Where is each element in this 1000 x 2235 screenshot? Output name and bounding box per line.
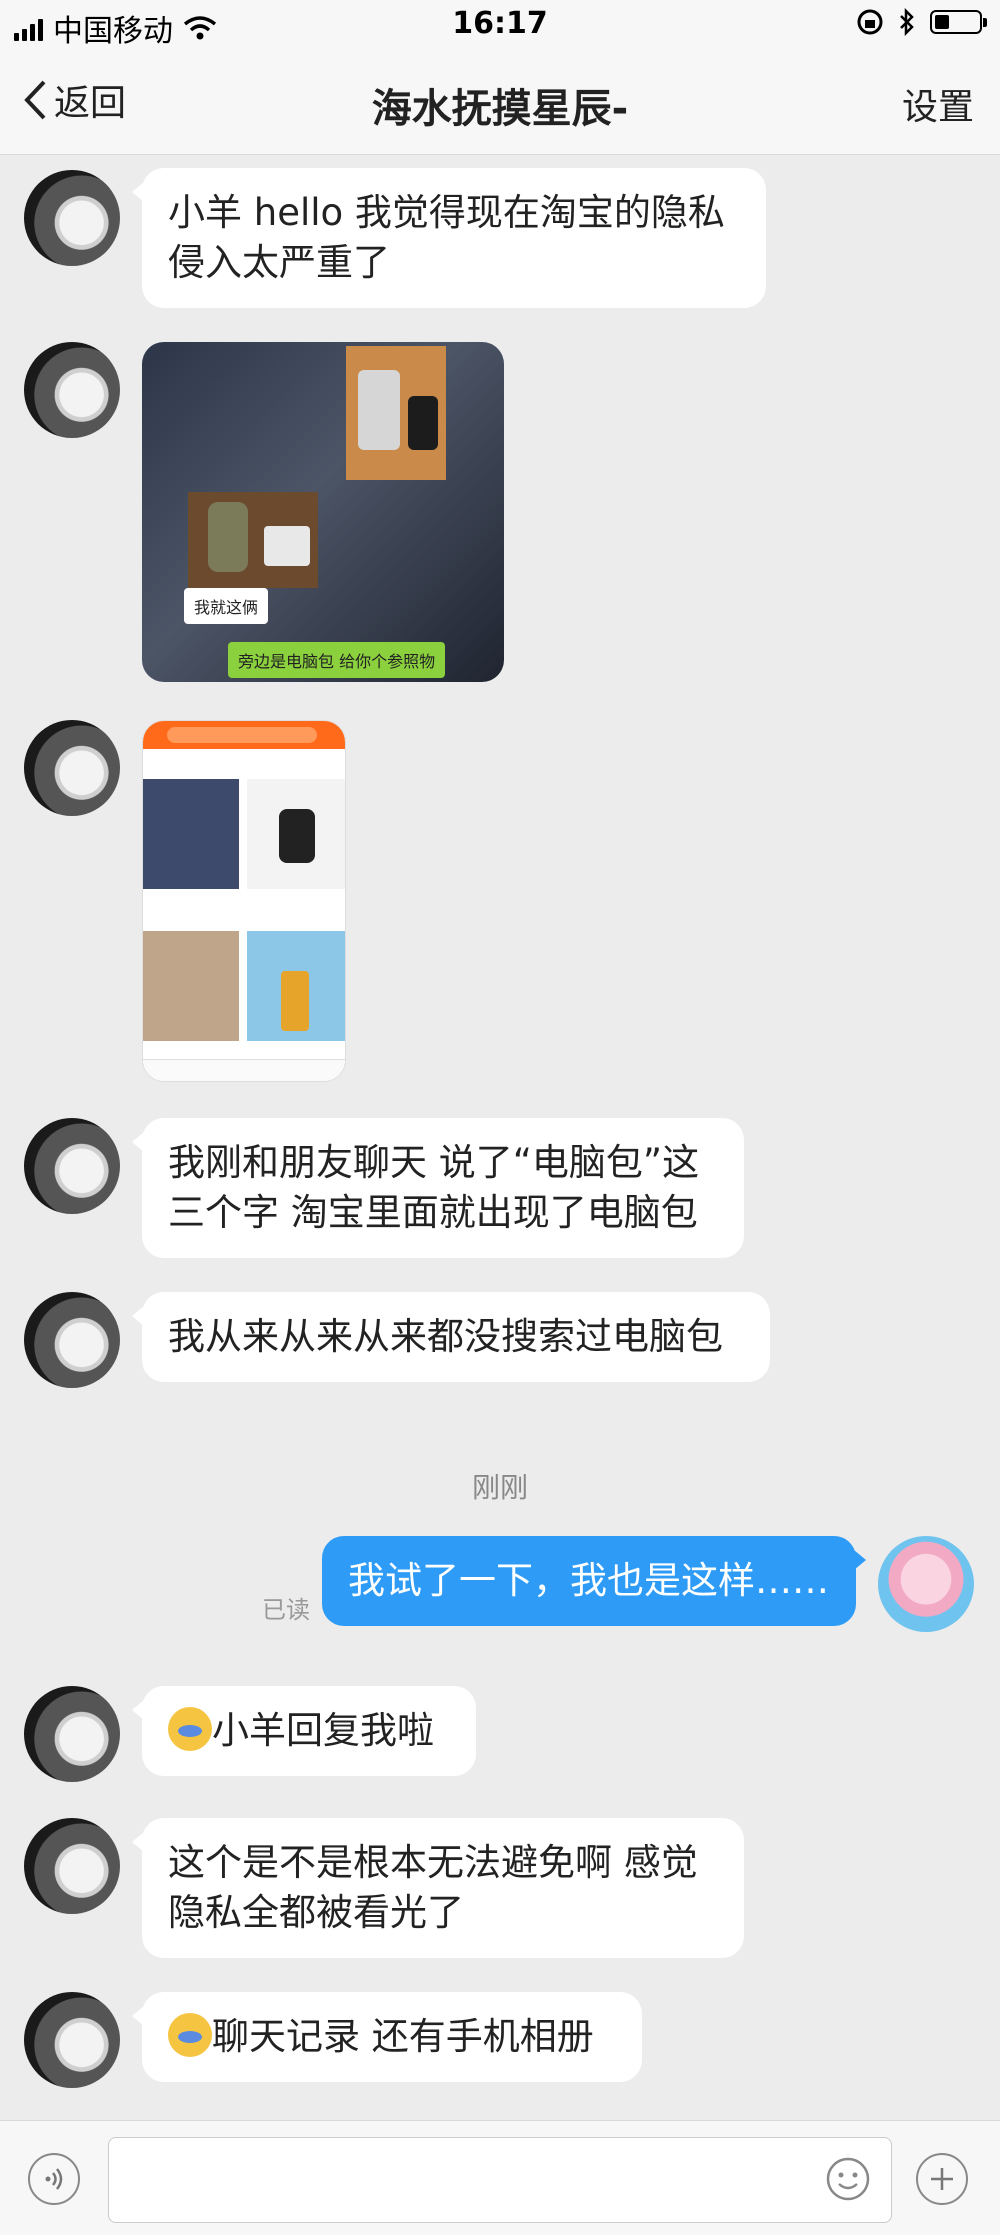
status-bar: 中国移动 16:17: [0, 0, 1000, 50]
message-text: 隐私全都被看光了: [168, 1891, 464, 1934]
contact-avatar[interactable]: [24, 1818, 120, 1914]
message-text: 三个字 淘宝里面就出现了电脑包: [168, 1191, 698, 1234]
rotation-lock-icon: [857, 9, 883, 35]
message-text: 聊天记录 还有手机相册: [212, 2015, 594, 2058]
product-thumb: [143, 779, 239, 889]
timestamp: 刚刚: [471, 1471, 528, 1504]
plus-icon: [931, 2168, 953, 2190]
chat-header: 返回 海水抚摸星辰- 设置: [0, 50, 1000, 155]
chat-title: 海水抚摸星辰-: [371, 86, 629, 132]
luggage-photo: [346, 346, 446, 480]
message-text: 我从来从来从来都没搜索过电脑包: [168, 1315, 723, 1358]
image-caption: 旁边是电脑包 给你个参照物: [228, 642, 446, 678]
emoji-icon[interactable]: [825, 2156, 871, 2202]
message-text: 小羊 hello 我觉得现在淘宝的隐私: [168, 191, 725, 234]
bluetooth-icon: [900, 8, 914, 36]
message-bubble[interactable]: 小羊回复我啦: [132, 1686, 476, 1776]
status-right: [856, 8, 987, 36]
message-bubble[interactable]: 我从来从来从来都没搜索过电脑包: [132, 1292, 770, 1382]
voice-button[interactable]: [28, 2153, 80, 2205]
message-bubble[interactable]: 这个是不是根本无法避免啊 感觉 隐私全都被看光了: [132, 1818, 744, 1958]
my-avatar[interactable]: [878, 1536, 974, 1632]
contact-avatar[interactable]: [24, 1118, 120, 1214]
message-text: 侵入太严重了: [168, 241, 390, 284]
battery-icon: [930, 10, 987, 34]
product-thumb: [247, 931, 345, 1041]
contact-avatar[interactable]: [24, 1686, 120, 1782]
contact-avatar[interactable]: [24, 170, 120, 266]
message-bubble[interactable]: 我刚和朋友聊天 说了“电脑包”这 三个字 淘宝里面就出现了电脑包: [132, 1118, 744, 1258]
crying-face-icon: [168, 1707, 212, 1751]
my-message-bubble[interactable]: 我试了一下，我也是这样……: [322, 1536, 866, 1626]
image-caption: 我就这俩: [184, 588, 269, 624]
contact-avatar[interactable]: [24, 342, 120, 438]
message-input[interactable]: [108, 2137, 892, 2223]
settings-button[interactable]: 设置: [902, 78, 974, 130]
message-bubble[interactable]: 聊天记录 还有手机相册: [132, 1992, 642, 2082]
status-time: 16:17: [452, 6, 548, 41]
input-bar: [0, 2120, 1000, 2235]
message-text: 小羊回复我啦: [212, 1709, 434, 1752]
product-thumb: [247, 779, 345, 889]
message-text: 我试了一下，我也是这样……: [348, 1559, 829, 1602]
voice-icon: [45, 2168, 63, 2190]
contact-avatar[interactable]: [24, 720, 120, 816]
product-thumb: [143, 931, 239, 1041]
screenshot-header: [143, 721, 345, 749]
image-message[interactable]: 我就这俩 旁边是电脑包 给你个参照物: [142, 342, 504, 682]
contact-avatar[interactable]: [24, 1292, 120, 1388]
contact-avatar[interactable]: [24, 1992, 120, 2088]
screenshot-tabbar: [143, 1059, 345, 1081]
message-bubble[interactable]: 小羊 hello 我觉得现在淘宝的隐私 侵入太严重了: [132, 168, 766, 308]
crying-face-icon: [168, 2013, 212, 2057]
message-text: 这个是不是根本无法避免啊 感觉: [168, 1841, 698, 1884]
bag-photo: [188, 492, 318, 588]
add-button[interactable]: [916, 2153, 968, 2205]
image-message[interactable]: [142, 720, 346, 1082]
message-text: 我刚和朋友聊天 说了“电脑包”这: [168, 1141, 700, 1184]
read-status: 已读: [262, 1596, 310, 1624]
